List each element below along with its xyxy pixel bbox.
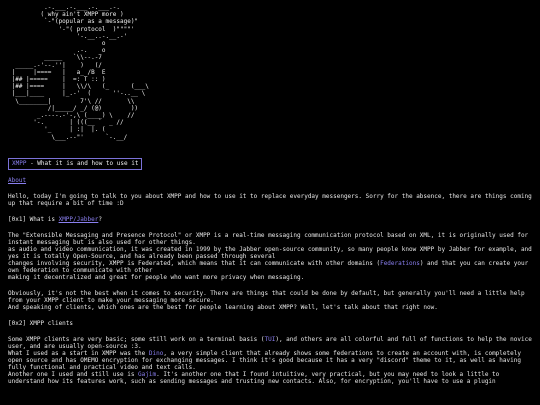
paragraph-2: Obviously, it's not the best when it com… — [8, 290, 532, 311]
p3-text: Obviously, it's not the best when it com… — [8, 290, 525, 304]
article-content: Hello, today I'm going to talk to you ab… — [8, 193, 532, 394]
federations-link[interactable]: Federations — [380, 260, 420, 267]
paragraph-3: Some XMPP clients are very basic; some s… — [8, 336, 532, 385]
dino-link[interactable]: Dino — [149, 350, 163, 357]
p4-text: And speaking of clients, which ones are … — [8, 304, 438, 311]
p2a-text: as audio and video communication, it was… — [8, 246, 532, 260]
p1-text: The "Extensible Messaging and Presence P… — [8, 232, 529, 246]
page: .-.___.-.___.-.___.-. ( why ain't XMPP m… — [0, 0, 540, 405]
tui-link[interactable]: TUI — [264, 336, 275, 343]
paragraph-1: The "Extensible Messaging and Presence P… — [8, 232, 532, 281]
ascii-art-banner: .-.___.-.___.-.___.-. ( why ain't XMPP m… — [11, 4, 149, 141]
intro-paragraph: Hello, today I'm going to talk to you ab… — [8, 193, 532, 207]
about-link[interactable]: About — [8, 177, 26, 184]
heading-1-suffix: ? — [98, 216, 102, 223]
title-text: - What it is and how to use it — [26, 160, 139, 167]
p5-pre: Some XMPP clients are very basic; some s… — [8, 336, 265, 343]
page-title-box: XMPP - What it is and how to use it — [8, 158, 143, 170]
section-heading-1: [0x1] What is XMPP/Jabber? — [8, 216, 532, 223]
title-accent: XMPP — [12, 160, 27, 167]
p2b-pre: changes involving security, XMPP is Fede… — [8, 260, 381, 267]
xmpp-jabber-link[interactable]: XMPP/Jabber — [59, 216, 99, 223]
section-heading-2: [0x2] XMPP clients — [8, 320, 74, 327]
gajim-link[interactable]: Gajim — [138, 371, 156, 378]
p2c-text: making it decentralized and great for pe… — [8, 274, 305, 281]
heading-1-prefix: [0x1] What is — [8, 216, 59, 223]
p7-pre: Another one I used and still use is — [8, 371, 139, 378]
p6-pre: What I used as a start in XMPP was the — [8, 350, 149, 357]
